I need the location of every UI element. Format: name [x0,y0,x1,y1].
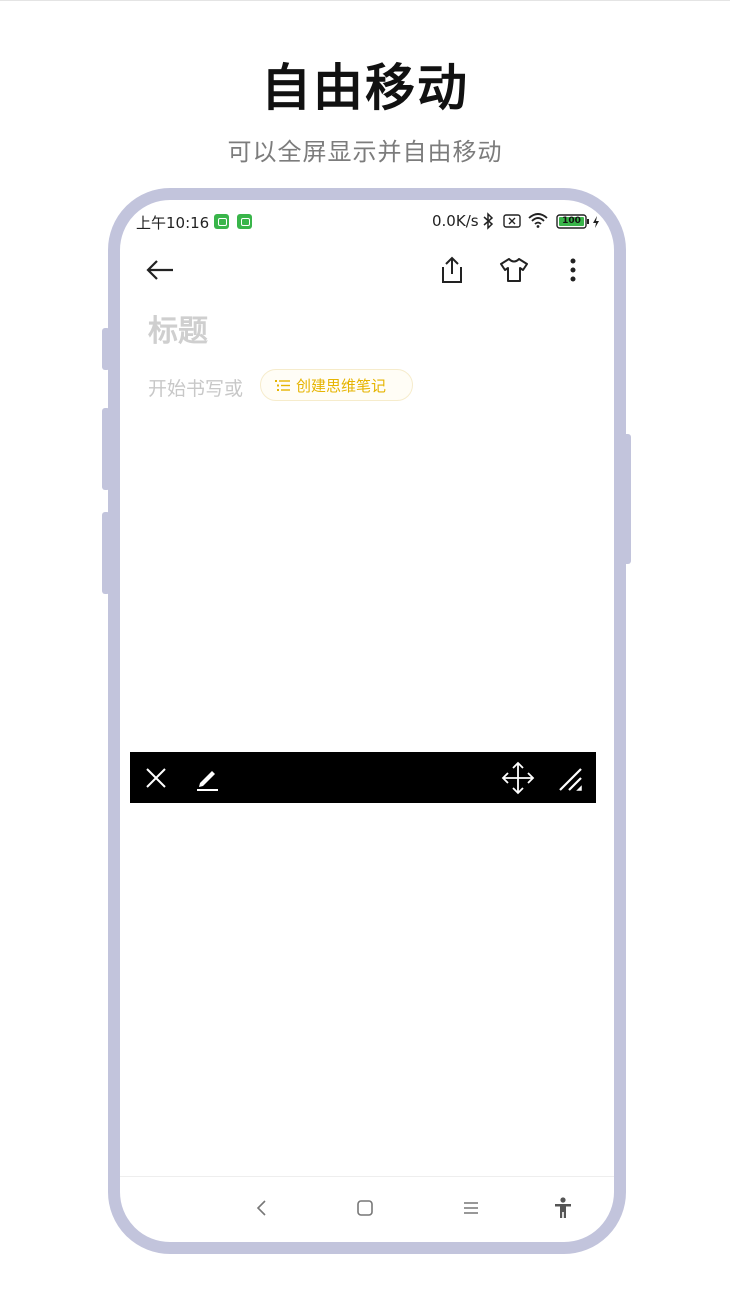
app-notification-icon [237,214,252,229]
list-icon [275,379,290,391]
more-vertical-icon[interactable] [558,252,588,288]
promo-headline: 自由移动 [261,59,469,117]
theme-shirt-icon[interactable] [496,252,532,288]
status-network-speed: 0.0K/s [432,212,479,230]
nav-back-icon[interactable] [246,1194,276,1222]
note-body-input[interactable]: 开始书写或 [148,374,243,401]
close-icon[interactable] [140,762,172,794]
create-mind-note-label: 创建思维笔记 [296,376,387,395]
status-time: 上午10:16 [136,214,210,232]
battery-level: 100 [562,216,581,226]
edit-pencil-icon[interactable] [190,762,224,794]
resize-icon[interactable] [552,762,588,796]
promo-subheadline: 可以全屏显示并自由移动 [227,138,503,166]
top-divider [0,0,730,1]
bluetooth-icon [483,212,494,230]
share-icon[interactable] [434,252,470,288]
accessibility-icon[interactable] [548,1193,578,1223]
charging-icon [593,216,599,228]
nav-home-icon[interactable] [350,1194,380,1222]
app-notification-icon [214,214,229,229]
floating-toolbar[interactable] [130,752,596,803]
note-title-input[interactable]: 标题 [148,306,208,350]
move-icon[interactable] [498,759,538,797]
wifi-icon [528,213,548,228]
create-mind-note-button[interactable]: 创建思维笔记 [260,369,413,401]
sim-disabled-icon [503,214,521,228]
back-arrow-icon[interactable] [142,254,178,286]
nav-menu-icon[interactable] [456,1194,486,1222]
nav-divider [120,1176,614,1177]
